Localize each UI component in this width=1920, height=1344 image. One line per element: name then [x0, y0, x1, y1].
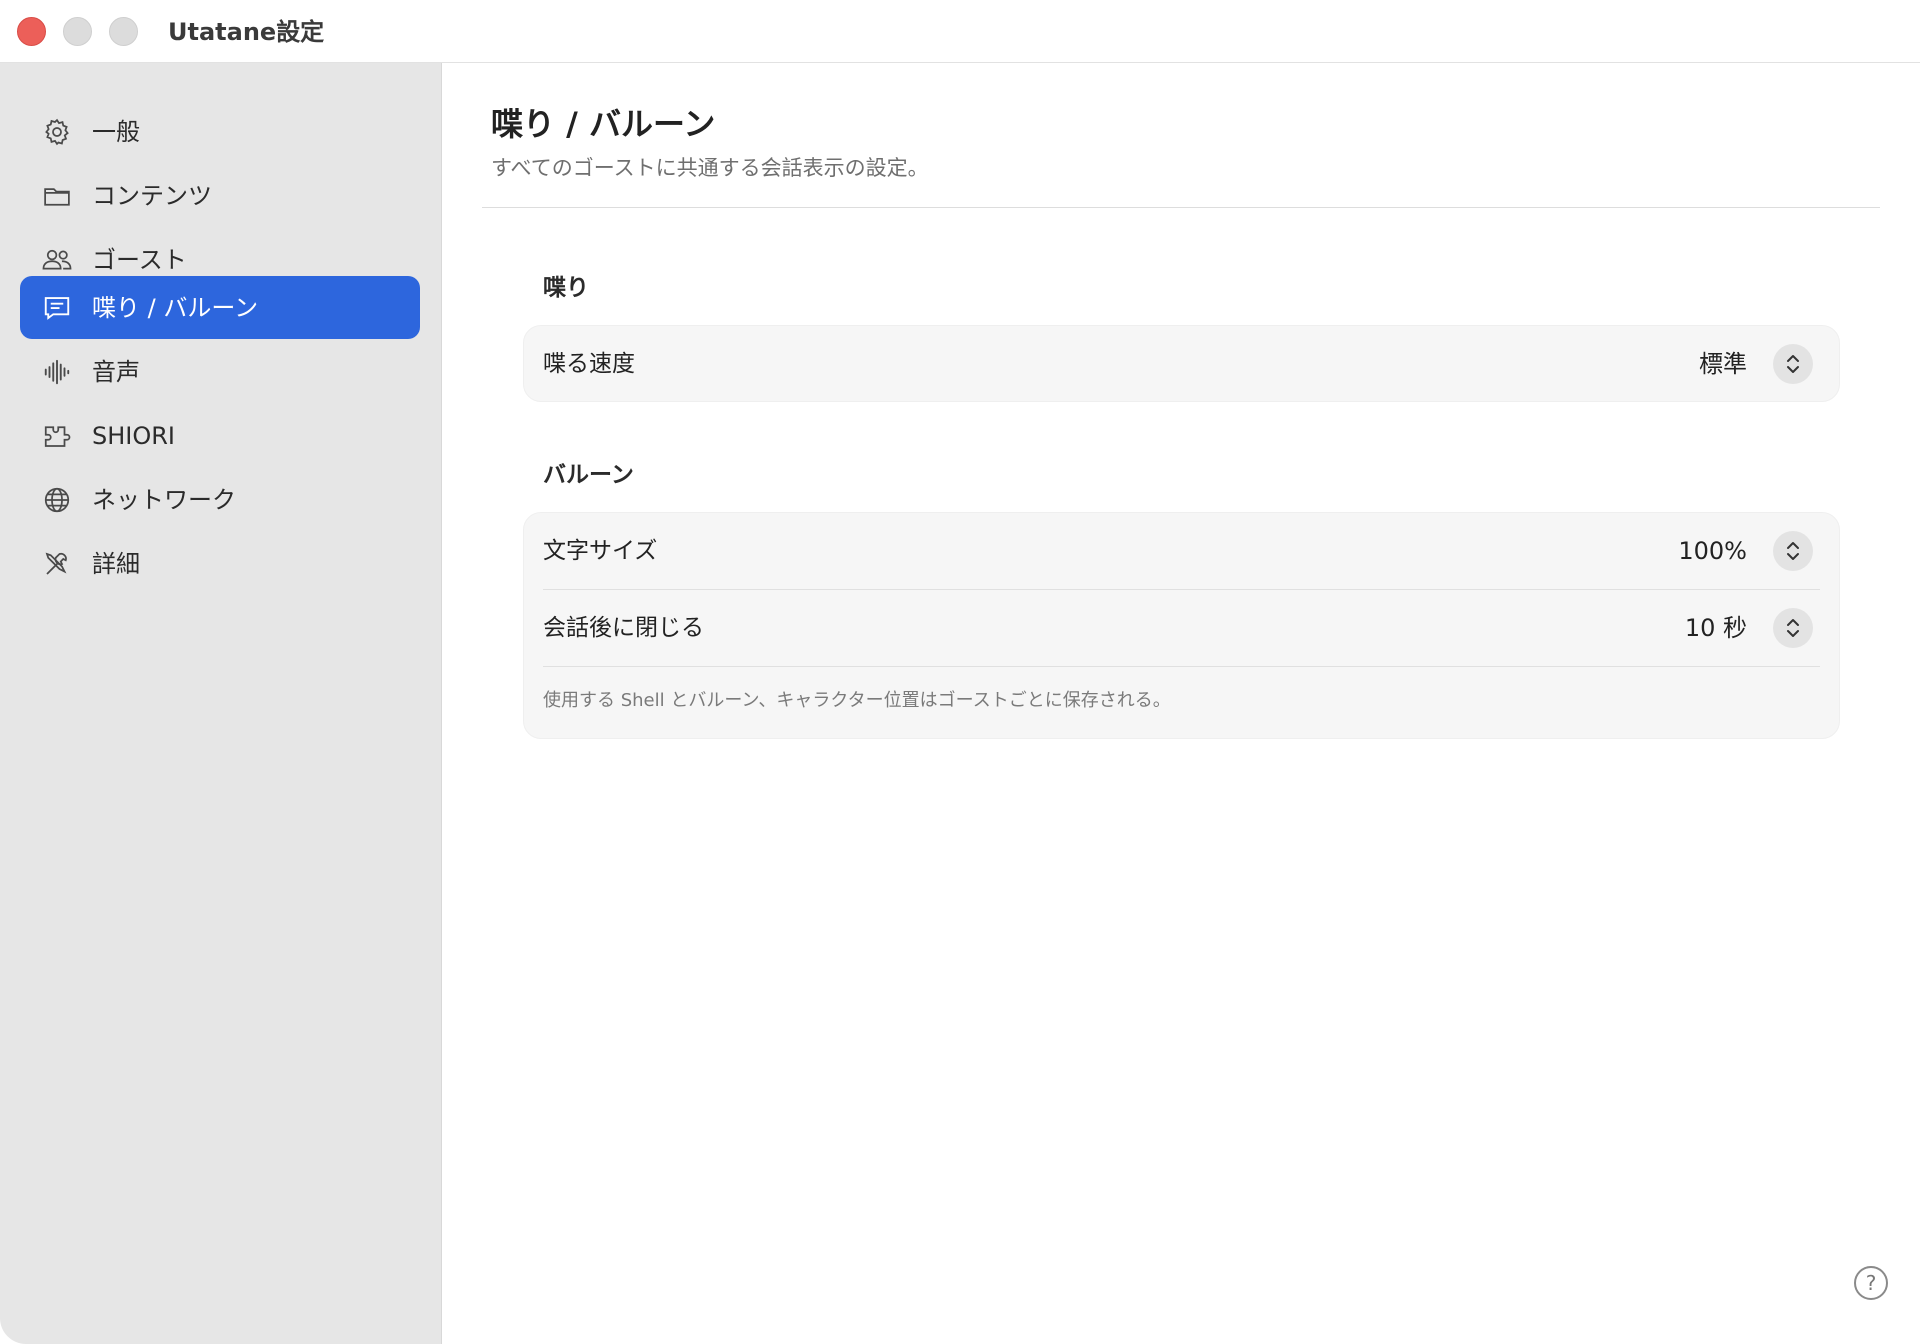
chevron-up-down-icon [1787, 355, 1799, 373]
page-subtitle: すべてのゴーストに共通する会話表示の設定。 [491, 156, 929, 180]
sidebar-item-label: 一般 [92, 117, 140, 146]
talk-speed-value[interactable]: 標準 [1699, 348, 1747, 380]
settings-group-balloon: 文字サイズ 100% 会話後に閉じる 10 秒 使用する Shell とバルーン… [523, 512, 1840, 739]
window-title: Utatane設定 [168, 18, 325, 46]
sidebar-item-network[interactable]: ネットワーク [20, 468, 420, 531]
main-content: 喋り / バルーン すべてのゴーストに共通する会話表示の設定。 喋り 喋る速度 … [443, 63, 1920, 1344]
puzzle-icon [40, 419, 74, 453]
font-size-label: 文字サイズ [543, 538, 658, 564]
talk-speed-stepper[interactable] [1773, 344, 1813, 384]
sidebar-item-talk-balloon[interactable]: 喋り / バルーン [20, 276, 420, 339]
globe-icon [40, 483, 74, 517]
setting-row-font-size: 文字サイズ 100% [524, 513, 1839, 589]
title-bar: Utatane設定 [0, 0, 1920, 63]
sidebar-item-shiori[interactable]: SHIORI [20, 404, 420, 467]
header-divider [482, 207, 1880, 208]
tools-icon [40, 547, 74, 581]
row-divider [543, 666, 1820, 667]
close-after-talk-label: 会話後に閉じる [543, 615, 704, 641]
speech-bubble-icon [40, 291, 74, 325]
sidebar-item-label: 詳細 [92, 549, 140, 578]
close-after-talk-stepper[interactable] [1773, 608, 1813, 648]
section-title-balloon: バルーン [543, 462, 634, 488]
sidebar-item-label: コンテンツ [92, 181, 212, 210]
help-button[interactable]: ? [1854, 1266, 1888, 1300]
setting-row-close-after-talk: 会話後に閉じる 10 秒 [524, 590, 1839, 666]
zoom-window-button[interactable] [109, 17, 138, 46]
setting-row-talk-speed: 喋る速度 標準 [524, 326, 1839, 402]
gear-icon [40, 115, 74, 149]
sidebar-item-label: ネットワーク [92, 485, 236, 514]
close-window-button[interactable] [17, 17, 46, 46]
close-after-talk-value[interactable]: 10 秒 [1685, 612, 1747, 644]
talk-speed-label: 喋る速度 [543, 351, 635, 377]
page-title: 喋り / バルーン [491, 105, 716, 143]
chevron-up-down-icon [1787, 542, 1799, 560]
font-size-value[interactable]: 100% [1678, 535, 1747, 567]
section-title-talk: 喋り [543, 275, 589, 301]
sidebar-item-general[interactable]: 一般 [20, 100, 420, 163]
sidebar: 一般 コンテンツ ゴースト 喋り / バルーン 音声 SHIORI ネットワーク… [0, 63, 442, 1344]
minimize-window-button[interactable] [63, 17, 92, 46]
sidebar-item-label: ゴースト [92, 245, 187, 274]
balloon-note: 使用する Shell とバルーン、キャラクター位置はゴーストごとに保存される。 [543, 690, 1171, 711]
sidebar-item-content[interactable]: コンテンツ [20, 164, 420, 227]
chevron-up-down-icon [1787, 619, 1799, 637]
sidebar-item-voice[interactable]: 音声 [20, 340, 420, 403]
settings-window: Utatane設定 一般 コンテンツ ゴースト 喋り / バルーン 音声 SHI… [0, 0, 1920, 1344]
waveform-icon [40, 355, 74, 389]
sidebar-item-label: SHIORI [92, 421, 176, 450]
font-size-stepper[interactable] [1773, 531, 1813, 571]
sidebar-item-label: 喋り / バルーン [92, 293, 259, 322]
people-icon [40, 243, 74, 277]
sidebar-item-label: 音声 [92, 357, 140, 386]
sidebar-item-advanced[interactable]: 詳細 [20, 532, 420, 595]
settings-group-talk: 喋る速度 標準 [523, 325, 1840, 402]
folder-icon [40, 179, 74, 213]
